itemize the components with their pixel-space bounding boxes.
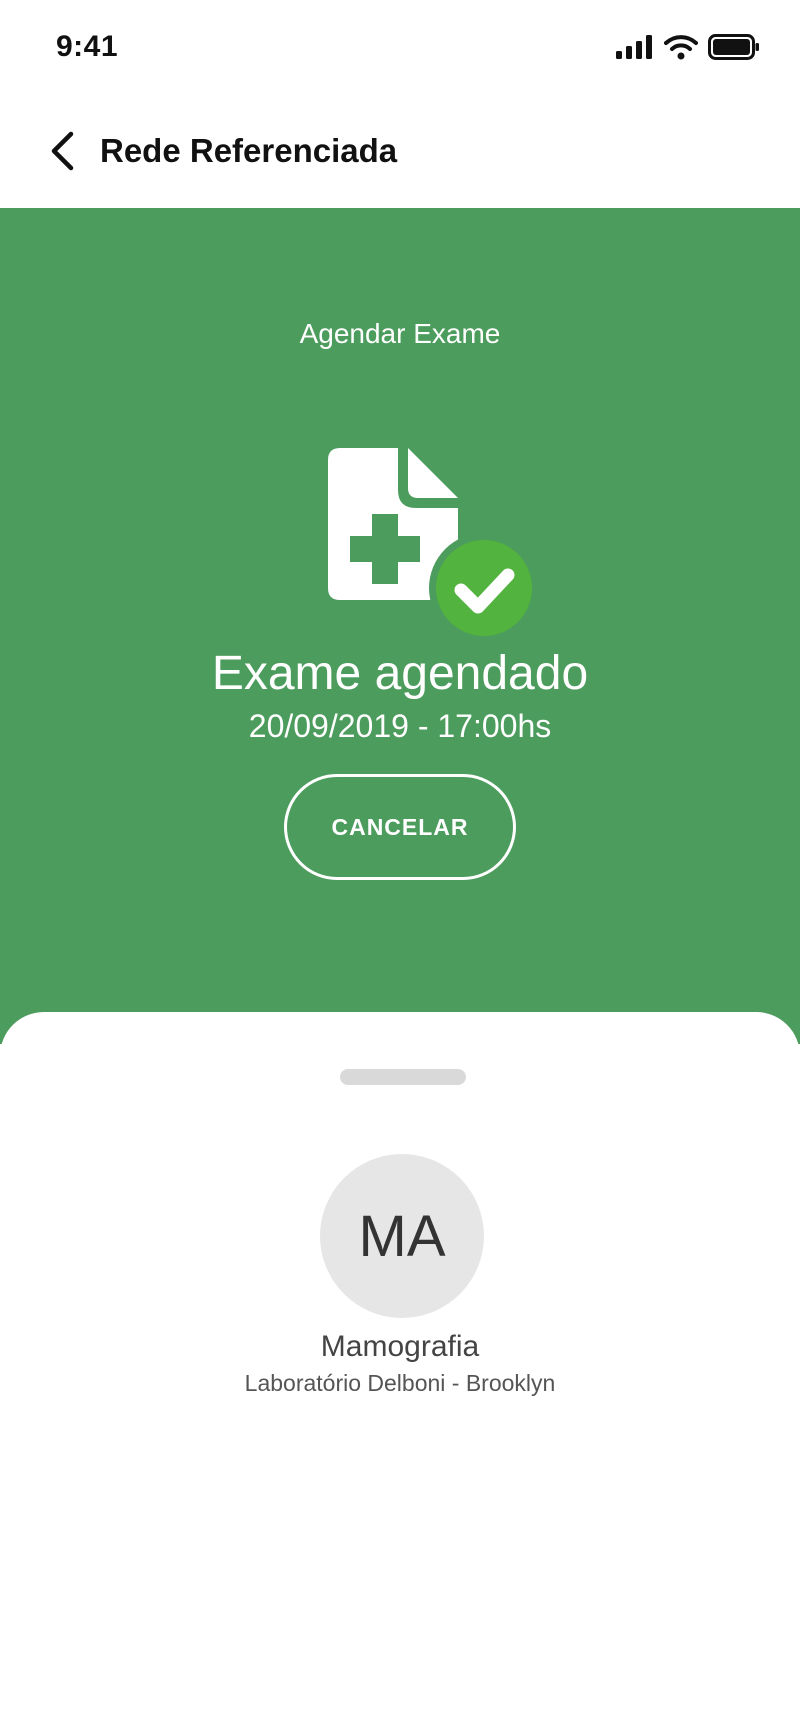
bottom-sheet: MA Mamografia Laboratório Delboni - Broo… xyxy=(0,1012,800,1732)
wifi-icon xyxy=(664,35,698,60)
status-time: 9:41 xyxy=(56,30,119,63)
cancel-button[interactable]: CANCELAR xyxy=(284,774,516,880)
lab-name: Laboratório Delboni - Brooklyn xyxy=(244,1370,556,1396)
page-title: Rede Referenciada xyxy=(100,132,398,169)
chevron-left-icon xyxy=(51,131,74,171)
section-heading: Agendar Exame xyxy=(299,318,501,349)
status-icons xyxy=(616,34,760,60)
appointment-datetime: 20/09/2019 - 17:00hs xyxy=(248,708,552,744)
sheet-drag-handle[interactable] xyxy=(340,1069,466,1085)
confirmation-title: Exame agendado xyxy=(211,647,589,700)
battery-icon xyxy=(708,34,759,60)
medical-document-check-icon xyxy=(328,448,538,643)
avatar: MA xyxy=(320,1154,484,1318)
confirmation-panel: Agendar Exame Exame agendado 20/09/2019 … xyxy=(0,208,800,1044)
nav-bar: Rede Referenciada xyxy=(0,100,800,208)
signal-icon xyxy=(616,35,652,59)
status-bar: 9:41 xyxy=(0,0,800,100)
back-button[interactable] xyxy=(40,126,84,176)
exam-name: Mamografia xyxy=(320,1330,480,1363)
